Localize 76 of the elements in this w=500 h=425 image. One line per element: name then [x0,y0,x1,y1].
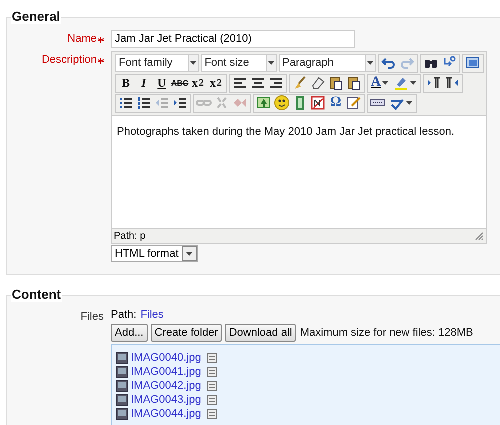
caret-icon [410,81,418,85]
menu-icon[interactable] [207,366,218,376]
image-file-icon [116,408,128,420]
image-file-icon [116,352,128,364]
format-button[interactable]: U [153,75,171,91]
menu-icon[interactable] [207,408,218,418]
toolbar-dropdown[interactable]: Font family [115,54,199,72]
menu-icon[interactable] [207,352,218,362]
file-link[interactable]: IMAG0043.jpg [131,394,202,406]
align-left-button[interactable] [231,75,249,91]
file-action-button[interactable]: Download all [225,324,296,342]
format-button[interactable]: I [135,75,153,91]
align-center-icon [250,75,266,91]
format-button[interactable]: ABC [171,75,189,91]
file-link[interactable]: IMAG0044.jpg [131,408,202,420]
caret-icon [382,81,390,85]
image-file-icon [116,394,128,406]
file-action-button[interactable]: Add... [111,324,148,342]
edit-button[interactable] [345,95,363,111]
max-size-note: Maximum size for new files: 128MB [300,327,474,339]
image-file-icon [116,380,128,392]
bullet-list-button[interactable] [117,95,135,111]
editor-text-area[interactable]: Photographs taken during the May 2010 Jam Jar Jet practical lesson. [112,115,486,228]
bullet-list-icon [118,95,134,111]
caret-icon [190,61,197,65]
smiley-icon [274,95,290,111]
section-legend: General [11,9,62,24]
caret-icon [406,101,413,105]
align-right-button[interactable] [267,75,285,91]
caret-icon [367,61,374,65]
ltr-icon [426,75,442,91]
align-center-button[interactable] [249,75,267,91]
path-label: Path: [111,309,137,321]
file-link[interactable]: IMAG0040.jpg [131,352,202,364]
highlighter-icon [393,75,410,91]
format-dropdown[interactable]: HTML format [111,245,198,262]
format-button[interactable]: Ω [327,95,345,111]
file-link[interactable]: IMAG0041.jpg [131,366,202,378]
caret-icon [268,61,275,65]
image-file-icon [116,366,128,378]
description-text: Photographs taken during the May 2010 Jam Jar Jet practical lesson. [117,126,455,138]
element-path: Path: p [114,230,146,242]
indent-icon [172,95,188,111]
indent-button[interactable] [171,95,189,111]
menu-icon[interactable] [207,394,218,404]
image-icon [256,95,272,111]
image-button[interactable] [255,95,273,111]
numbered-list-button[interactable] [135,95,153,111]
path-link[interactable]: Files [140,309,164,321]
caret-icon [186,252,193,256]
section-legend: Content [11,287,62,302]
window-icon [465,55,481,71]
outdent-icon [154,95,170,111]
numbered-list-icon [136,95,152,111]
format-button[interactable]: B [117,75,135,91]
name-field[interactable]: Jam Jar Jet Practical (2010) [111,30,355,48]
edit-icon [346,95,362,111]
field-label: Name [68,33,97,45]
clipboard-icon [328,75,344,91]
menu-icon[interactable] [207,380,218,390]
smiley-button[interactable] [273,95,291,111]
field-label: Files [80,311,104,323]
align-right-icon [268,75,284,91]
toolbar-dropdown[interactable]: Font size [200,54,277,72]
broom-icon [292,75,308,91]
resize-grip-icon[interactable] [475,232,484,240]
clipboard-icon [346,75,362,91]
align-left-icon [232,75,248,91]
nonbreaking-space-icon [310,95,326,111]
rtl-icon [444,75,460,91]
text-color-button[interactable]: A [369,75,392,91]
file-action-button[interactable]: Create folder [150,324,222,342]
file-link[interactable]: IMAG0042.jpg [131,380,202,392]
field-label: Description [42,54,97,66]
toolbar-dropdown[interactable]: Paragraph [278,54,376,72]
nonbreaking-space-button[interactable] [309,95,327,111]
